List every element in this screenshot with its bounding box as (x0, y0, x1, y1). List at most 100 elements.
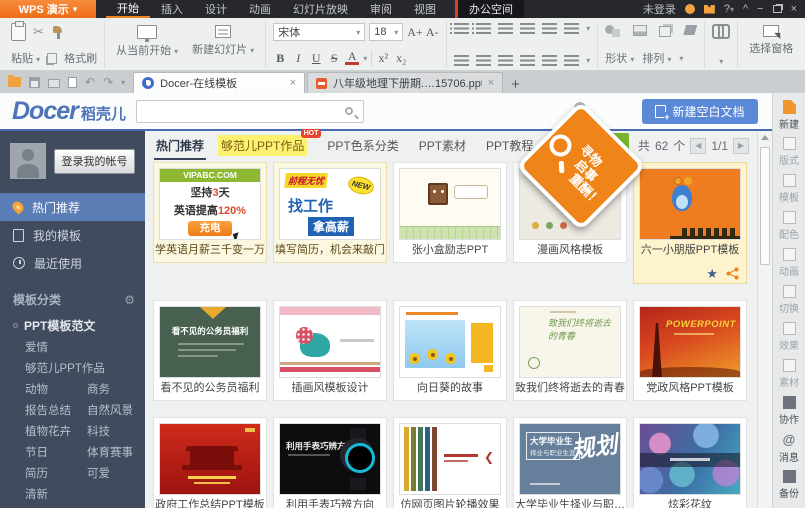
menu-office-space[interactable]: 办公空间 (455, 0, 524, 18)
fill-color-icon[interactable] (683, 25, 697, 35)
collapse-ribbon-icon[interactable]: ^ (743, 3, 748, 15)
restore-window-icon[interactable] (773, 5, 782, 13)
shapes-button[interactable]: 形状 ▾ (605, 50, 634, 66)
cat-link-fresh[interactable]: 清新 (13, 485, 145, 506)
cat-link-goufaner[interactable]: 够范儿PPT作品 (13, 359, 145, 380)
tab-geography-ppt[interactable]: 八年级地理下册期.…15706.ppt × (307, 72, 503, 93)
align-center-icon[interactable] (476, 55, 491, 66)
new-slide-button[interactable]: 新建幻灯片 ▾ (188, 23, 258, 66)
italic-button[interactable]: I (291, 51, 305, 66)
shapes-icon[interactable] (605, 24, 621, 37)
columns-icon[interactable] (542, 23, 557, 34)
cat-link-cute[interactable]: 可爱 (87, 464, 110, 485)
prev-page-button[interactable]: ◀ (690, 138, 706, 154)
picture-icon[interactable] (633, 25, 647, 36)
template-card[interactable]: 炫彩花纹 (633, 417, 747, 508)
menu-home[interactable]: 开始 (106, 0, 150, 18)
rail-collaborate[interactable]: 协作 (773, 396, 805, 433)
font-color-button[interactable]: A (345, 51, 359, 65)
cat-link-plants[interactable]: 植物花卉 (25, 422, 87, 443)
sidebar-item-recent[interactable]: 最近使用 (0, 249, 145, 277)
template-card[interactable]: 张小盒励志PPT (393, 162, 507, 263)
menu-review[interactable]: 审阅 (359, 0, 403, 18)
help-icon[interactable]: ?▾ (724, 3, 734, 15)
coin-icon[interactable] (685, 4, 695, 14)
vertical-scrollbar[interactable] (757, 131, 772, 508)
font-size-select[interactable]: 18▾ (369, 23, 403, 41)
bullets-icon[interactable] (454, 23, 469, 34)
find-replace-icon[interactable] (712, 23, 730, 36)
rail-animation[interactable]: 动画 (773, 248, 805, 285)
rail-messages[interactable]: @ 消息 (773, 433, 805, 470)
login-button[interactable]: 登录我的帐号 (54, 149, 135, 174)
rail-effects[interactable]: 效果 (773, 322, 805, 359)
new-tab-button[interactable]: + (503, 76, 528, 93)
scroll-up-arrow[interactable] (758, 131, 772, 144)
save-icon[interactable] (29, 77, 40, 88)
copy-icon[interactable] (47, 53, 57, 64)
distribute-icon[interactable] (542, 55, 557, 66)
superscript-button[interactable]: x² (376, 51, 390, 66)
cat-link-resume[interactable]: 简历 (25, 464, 87, 485)
template-card[interactable]: 致我们终将逝去的青春 致我们终将逝去的青春 (513, 300, 627, 401)
align-right-icon[interactable] (498, 55, 513, 66)
search-input[interactable] (137, 101, 345, 122)
strikethrough-button[interactable]: S (327, 51, 341, 66)
close-tab-icon[interactable]: × (488, 77, 494, 89)
tab-docer-online-templates[interactable]: Docer-在线模板 × (133, 72, 305, 93)
member-vest-icon[interactable] (704, 5, 715, 14)
undo-icon[interactable]: ↶ (85, 75, 95, 89)
arrange-icon[interactable] (659, 26, 671, 37)
cat-link-nature[interactable]: 自然风景 (87, 401, 133, 422)
template-card[interactable]: ❮ 仿网页图片轮播效果 (393, 417, 507, 508)
menu-design[interactable]: 设计 (194, 0, 238, 18)
rail-new[interactable]: 新建 (773, 100, 805, 137)
menu-insert[interactable]: 插入 (150, 0, 194, 18)
menu-slideshow[interactable]: 幻灯片放映 (282, 0, 359, 18)
format-painter-button[interactable]: 格式刷 (64, 50, 97, 66)
cat-link-tech[interactable]: 科技 (87, 422, 110, 443)
minimize-icon[interactable]: − (757, 3, 763, 15)
rail-colors[interactable]: 配色 (773, 211, 805, 248)
menu-view[interactable]: 视图 (403, 0, 447, 18)
wps-app-button[interactable]: WPS 演示 ▾ (0, 0, 96, 18)
close-tab-icon[interactable]: × (290, 77, 296, 89)
bold-button[interactable]: B (273, 51, 287, 66)
selection-pane-button[interactable]: 选择窗格 (745, 23, 797, 58)
cat-link-business[interactable]: 商务 (87, 380, 110, 401)
template-card[interactable]: 插画风模板设计 (273, 300, 387, 401)
menu-animation[interactable]: 动画 (238, 0, 282, 18)
new-blank-doc-button[interactable]: 新建空白文档 (642, 99, 758, 124)
cat-link-sports[interactable]: 体育赛事 (87, 443, 133, 464)
gear-icon[interactable]: ⚙ (124, 293, 135, 307)
rail-assets[interactable]: 素材 (773, 359, 805, 396)
template-card[interactable]: 大学毕业生 择业与职业生涯 规划 大学毕业生择业与职… (513, 417, 627, 508)
paste-icon[interactable] (11, 23, 26, 41)
cat-link-festival[interactable]: 节日 (25, 443, 87, 464)
align-left-icon[interactable] (454, 55, 469, 66)
grow-font-button[interactable]: A+ (407, 25, 421, 40)
favorite-star-icon[interactable]: ★ (706, 267, 718, 280)
cut-icon[interactable]: ✂ (33, 24, 44, 40)
rail-transition[interactable]: 切换 (773, 285, 805, 322)
cat-link-love[interactable]: 爱情 (13, 338, 145, 359)
template-card[interactable]: 看不见的公务员福利 看不见的公务员福利 (153, 300, 267, 401)
rail-backup[interactable]: 备份 (773, 470, 805, 507)
open-file-icon[interactable] (8, 77, 21, 87)
font-name-select[interactable]: 宋体▾ (273, 23, 365, 41)
template-card[interactable]: 利用手表巧辨方向 利用手表巧辨方向 (273, 417, 387, 508)
format-painter-icon[interactable] (51, 25, 65, 39)
tab-ppt-assets[interactable]: PPT素材 (419, 137, 466, 154)
template-card[interactable]: 向日葵的故事 (393, 300, 507, 401)
numbering-icon[interactable] (476, 23, 491, 34)
export-icon[interactable] (68, 77, 77, 88)
line-spacing-dropdown[interactable]: ▾ (586, 56, 590, 65)
line-spacing-icon[interactable] (564, 55, 579, 66)
subscript-button[interactable]: x₂ (394, 51, 408, 66)
promo-hang-tag[interactable]: 寻物 启事 重酬！ (516, 101, 648, 253)
tab-goufaner-works[interactable]: 够范儿PPT作品 HOT (218, 135, 307, 156)
arrange-button[interactable]: 排列 ▾ (642, 50, 671, 66)
rail-layout[interactable]: 版式 (773, 137, 805, 174)
template-card-selected[interactable]: 六一小朋版PPT模板 ★ (633, 162, 747, 284)
text-direction-icon[interactable] (564, 23, 579, 34)
